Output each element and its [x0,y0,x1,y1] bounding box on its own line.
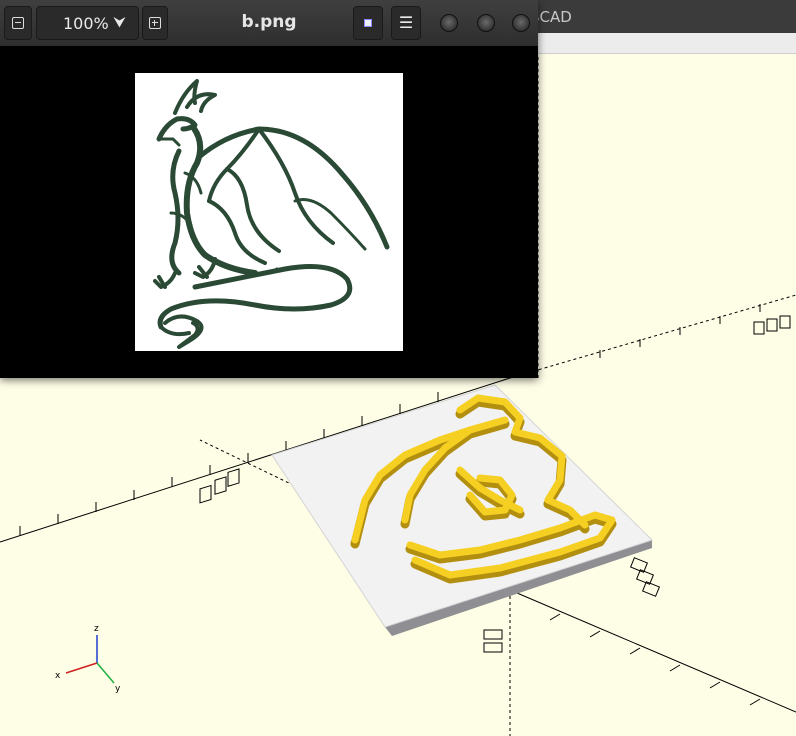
hamburger-menu-icon: ☰ [398,13,414,32]
zoom-out-icon [12,17,24,29]
maximize-icon[interactable] [477,14,495,32]
zoom-level-combo[interactable]: 100% ⮟ [36,6,139,40]
gizmo-label-y: y [115,684,121,694]
dragon-drawing [153,79,390,349]
gizmo-label-z: z [94,624,99,634]
zoom-out-button[interactable] [4,6,32,40]
displayed-image [135,73,403,351]
menu-button[interactable]: ☰ [391,6,421,40]
model-plate [271,384,653,636]
axis-gizmo: z x y [55,624,121,694]
chevron-down-icon: ⮟ [113,13,126,31]
minimize-icon[interactable] [440,14,458,32]
viewer-headerbar: 100% ⮟ b.png ☰ [0,0,538,46]
close-icon[interactable] [512,14,530,32]
image-mode-button[interactable] [353,6,383,40]
image-viewer-window: 100% ⮟ b.png ☰ [0,0,538,378]
image-icon [364,19,372,27]
gizmo-label-x: x [55,671,61,681]
zoom-in-icon [149,17,161,29]
zoom-level-value: 100% [63,13,109,33]
viewer-title: b.png [241,12,297,32]
zoom-in-button[interactable] [142,6,168,40]
